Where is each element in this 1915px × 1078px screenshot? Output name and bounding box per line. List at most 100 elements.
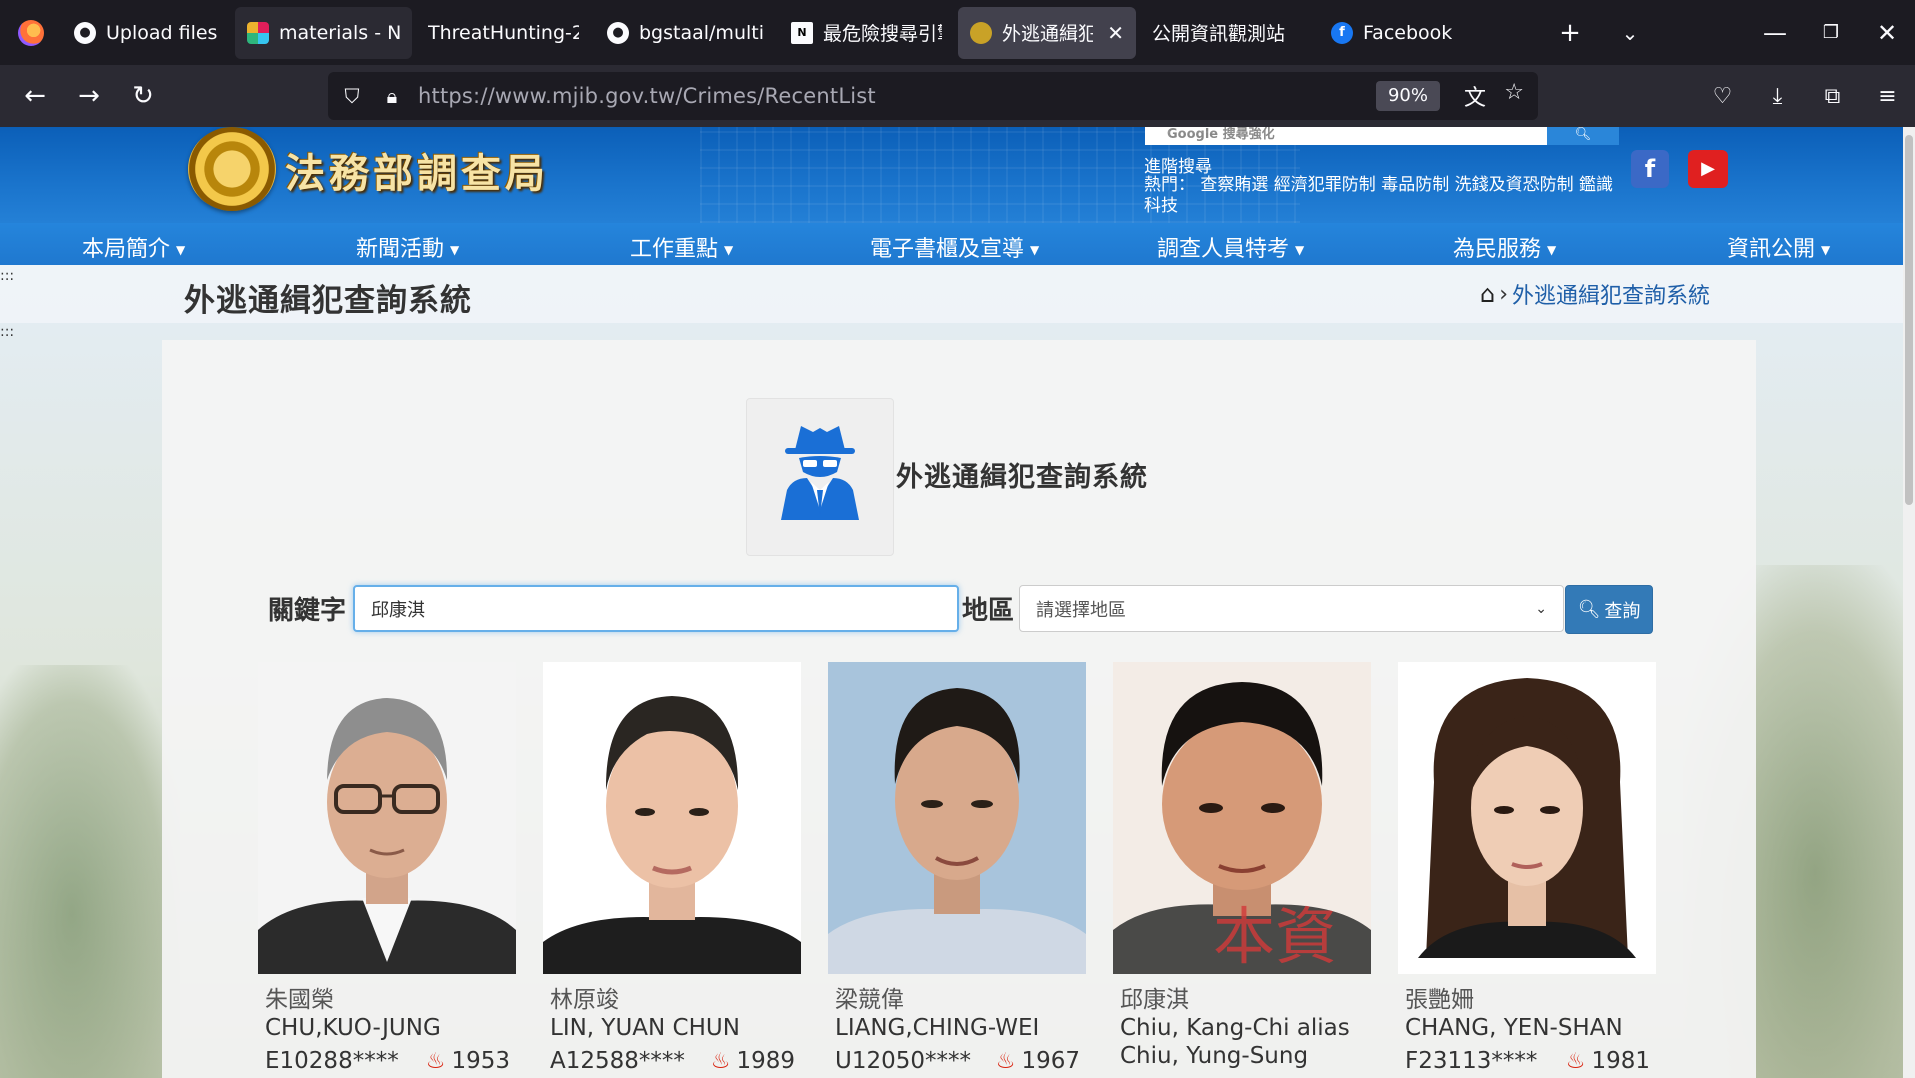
url-host: https://www.mjib.gov.tw (418, 84, 676, 108)
github-icon: ● (607, 21, 629, 44)
forward-icon[interactable]: → (62, 74, 116, 118)
menu-item-info[interactable]: 資訊公開 ▼ (1727, 231, 1830, 263)
fugitive-card[interactable]: 林原竣 LIN, YUAN CHUN A12588**** ♨ 1989 (543, 662, 801, 1078)
fugitive-card[interactable]: 張艷姍 CHANG, YEN-SHAN F23113**** ♨ 1981 (1398, 662, 1656, 1078)
url-path: /Crimes/RecentList (675, 84, 876, 108)
reload-icon[interactable]: ↻ (116, 74, 170, 118)
zoom-badge[interactable]: 90% (1375, 81, 1440, 111)
tab-bgstaal[interactable]: ● bgstaal/multip (595, 7, 775, 59)
tab-title: 公開資訊觀測站 (1152, 23, 1286, 45)
advanced-search-link[interactable]: 進階搜尋 (1144, 152, 1212, 177)
close-window-icon[interactable]: ✕ (1859, 19, 1915, 47)
watermark-stamp: 本資 (1213, 900, 1337, 973)
birth-year-value: 1967 (1021, 1048, 1080, 1074)
page-scrollbar[interactable] (1903, 127, 1915, 1078)
fugitive-name-zh[interactable]: 林原竣 (550, 980, 619, 1014)
tab-fugitives-active[interactable]: 外逃通緝犯 ✕ (958, 6, 1136, 59)
firefox-menu-icon[interactable] (0, 0, 62, 65)
download-icon[interactable]: ⤓ (1750, 84, 1805, 109)
mjib-seal-logo[interactable] (188, 127, 276, 211)
fugitive-card[interactable]: 梁競偉 LIANG,CHING-WEI U12050**** ♨ 1967 (828, 662, 1086, 1078)
fugitive-photo[interactable] (543, 662, 801, 974)
tab-mops[interactable]: 公開資訊觀測站 (1140, 7, 1315, 59)
youtube-social-icon[interactable]: ▶ (1688, 150, 1728, 188)
menu-item-about[interactable]: 本局簡介 ▼ (82, 231, 185, 263)
minimize-icon[interactable]: — (1747, 19, 1803, 47)
tab-title: Facebook (1363, 21, 1453, 44)
menu-item-services[interactable]: 為民服務 ▼ (1453, 231, 1556, 263)
slack-icon (247, 21, 269, 44)
fugitive-id: U12050**** (835, 1048, 972, 1074)
tab-dangerous-search[interactable]: N 最危險搜尋引擎 (779, 7, 954, 59)
birth-year-value: 1981 (1591, 1048, 1650, 1074)
menu-item-news[interactable]: 新聞活動 ▼ (356, 231, 459, 263)
fugitive-photo[interactable]: 本資 (1113, 662, 1371, 974)
chevron-down-icon: ⌄ (1535, 600, 1547, 617)
menu-label: 工作重點 (630, 237, 719, 262)
breadcrumb: ⌂ › 外逃通緝犯查詢系統 (1480, 278, 1710, 310)
bookmark-star-icon[interactable]: ☆ (1504, 80, 1524, 105)
menu-item-ebooks[interactable]: 電子書櫃及宣導 ▼ (870, 231, 1039, 263)
fugitive-photo[interactable] (1398, 662, 1656, 974)
restore-icon[interactable]: ❐ (1803, 22, 1859, 43)
back-icon[interactable]: ← (8, 74, 62, 118)
new-tab-icon[interactable]: + (1540, 18, 1600, 48)
menu-item-exam[interactable]: 調查人員特考 ▼ (1157, 231, 1304, 263)
menu-label: 資訊公開 (1727, 237, 1816, 262)
hot-links[interactable]: 熱門： 查察賄選 經濟犯罪防制 毒品防制 洗錢及資恐防制 鑑識科技 (1144, 175, 1614, 217)
birth-year-value: 1989 (736, 1048, 795, 1074)
caret-down-icon: ▼ (724, 243, 734, 257)
tab-list-icon[interactable]: ⌄ (1600, 21, 1660, 45)
fugitive-id: A12588**** (550, 1048, 685, 1074)
url-text[interactable]: https://www.mjib.gov.tw/Crimes/RecentLis… (418, 84, 876, 108)
window-controls: — ❐ ✕ (1747, 0, 1915, 65)
caret-down-icon: ▼ (1295, 243, 1305, 257)
hamburger-menu-icon[interactable]: ≡ (1860, 84, 1915, 109)
fugitive-name-en: Chiu, Kang-Chi alias Chiu, Yung-Sung (1120, 1015, 1350, 1069)
home-icon[interactable]: ⌂ (1480, 280, 1495, 308)
google-search-button[interactable]: 🔍︎ (1547, 127, 1619, 145)
google-search-input[interactable]: Google 搜尋強化 (1145, 127, 1547, 145)
region-select[interactable]: 請選擇地區 ⌄ (1019, 585, 1564, 632)
pocket-icon[interactable]: ♡ (1695, 84, 1750, 109)
fugitive-photo[interactable] (828, 662, 1086, 974)
menu-item-focus[interactable]: 工作重點 ▼ (630, 231, 733, 263)
site-logo-text[interactable]: 法務部調查局 (285, 141, 549, 199)
breadcrumb-separator-icon: › (1499, 281, 1509, 307)
tab-title: bgstaal/multip (639, 21, 763, 44)
caret-down-icon: ▼ (1547, 243, 1557, 257)
extensions-icon[interactable]: ⧉ (1805, 84, 1860, 109)
menu-label: 調查人員特考 (1157, 237, 1290, 262)
shield-icon[interactable]: ⛉ (332, 84, 372, 108)
tab-title: 外逃通緝犯 (1002, 23, 1094, 45)
fugitive-card[interactable]: 本資 邱康淇 Chiu, Kang-Chi alias Chiu, Yung-S… (1113, 662, 1371, 1078)
tab-upload-files[interactable]: ● Upload files · r (62, 7, 231, 59)
fugitive-name-zh[interactable]: 梁競偉 (835, 980, 904, 1014)
access-key-content[interactable]: ::: (0, 324, 14, 340)
spy-icon (781, 426, 859, 520)
close-tab-icon[interactable]: ✕ (1107, 21, 1124, 45)
fugitive-name-zh[interactable]: 朱國榮 (265, 980, 334, 1014)
na-icon: N (791, 21, 813, 44)
browser-nav-bar: ← → ↻ ⛉ 🔒︎ https://www.mjib.gov.tw/Crime… (0, 65, 1915, 127)
fugitive-card[interactable]: 朱國榮 CHU,KUO-JUNG E10288**** ♨ 1953 (258, 662, 516, 1078)
fugitive-name-zh[interactable]: 邱康淇 (1120, 980, 1189, 1014)
scrollbar-thumb[interactable] (1905, 135, 1913, 505)
translate-icon[interactable]: 文 (1464, 80, 1486, 112)
facebook-social-icon[interactable]: f (1631, 150, 1669, 188)
tab-facebook[interactable]: f Facebook (1319, 7, 1489, 59)
github-icon: ● (74, 21, 96, 44)
tab-threathunting[interactable]: ThreatHunting-20 (416, 7, 591, 59)
tab-materials[interactable]: materials - NT (235, 6, 412, 59)
access-key-top[interactable]: ::: (0, 268, 14, 284)
breadcrumb-current[interactable]: 外逃通緝犯查詢系統 (1512, 278, 1710, 310)
keyword-input[interactable] (353, 585, 959, 632)
lock-icon[interactable]: 🔒︎ (372, 84, 412, 108)
search-button[interactable]: 🔍︎ 查詢 (1565, 585, 1653, 634)
fugitive-photo[interactable] (258, 662, 516, 974)
menu-label: 本局簡介 (82, 237, 171, 262)
fugitive-name-zh[interactable]: 張艷姍 (1405, 980, 1474, 1014)
search-icon: 🔍︎ (1574, 127, 1592, 142)
keyword-label: 關鍵字 (268, 596, 347, 626)
url-bar[interactable]: ⛉ 🔒︎ https://www.mjib.gov.tw/Crimes/Rece… (328, 72, 1538, 120)
